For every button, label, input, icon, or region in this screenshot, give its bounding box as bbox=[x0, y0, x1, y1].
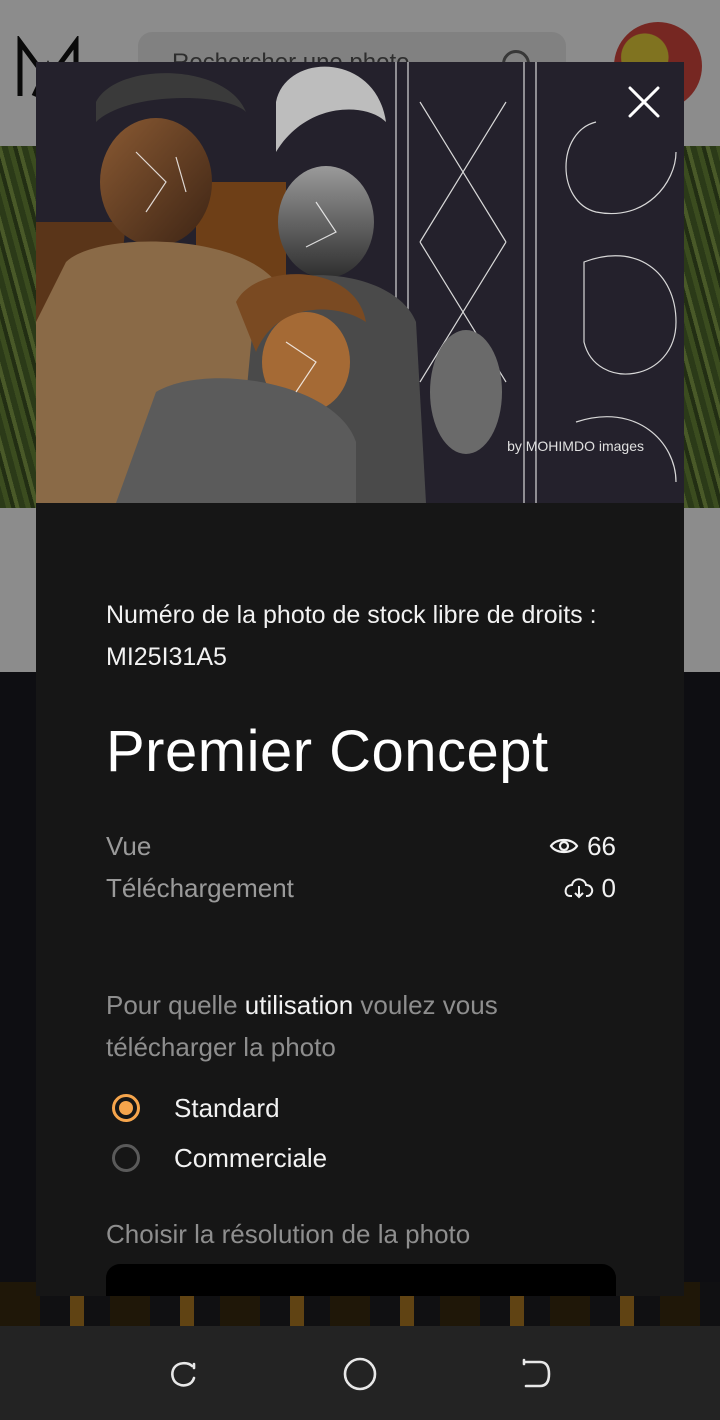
cloud-download-icon bbox=[564, 878, 593, 899]
radio-standard[interactable] bbox=[112, 1094, 140, 1122]
back-icon[interactable] bbox=[516, 1354, 556, 1394]
downloads-label: Téléchargement bbox=[106, 873, 294, 903]
downloads-value-group: 0 bbox=[564, 868, 616, 908]
recent-apps-icon[interactable] bbox=[164, 1354, 204, 1394]
radio-commerciale[interactable] bbox=[112, 1144, 140, 1172]
downloads-row: Téléchargement 0 bbox=[106, 868, 616, 908]
usage-option-commerciale[interactable]: Commerciale bbox=[112, 1138, 512, 1178]
close-icon[interactable] bbox=[622, 80, 666, 124]
usage-option-label: Standard bbox=[174, 1092, 280, 1123]
usage-option-label: Commerciale bbox=[174, 1142, 328, 1173]
system-navigation-bar bbox=[0, 1326, 720, 1420]
usage-option-standard[interactable]: Standard bbox=[112, 1088, 512, 1128]
photo-artwork bbox=[36, 62, 684, 503]
usage-question-highlight: utilisation bbox=[244, 990, 354, 1020]
photo-watermark: by MOHIMDO images bbox=[507, 438, 644, 454]
downloads-count: 0 bbox=[601, 873, 616, 903]
home-icon[interactable] bbox=[340, 1354, 380, 1394]
photo-number: Numéro de la photo de stock libre de dro… bbox=[106, 601, 597, 671]
views-value-group: 66 bbox=[549, 826, 616, 866]
usage-question: Pour quelle utilisation voulez vous télé… bbox=[106, 984, 616, 1068]
resolution-label: Choisir la résolution de la photo bbox=[106, 1219, 471, 1249]
views-row: Vue 66 bbox=[106, 826, 616, 866]
views-count: 66 bbox=[587, 831, 616, 861]
resolution-select[interactable] bbox=[106, 1264, 616, 1296]
views-label: Vue bbox=[106, 831, 152, 861]
photo-title: Premier Concept bbox=[106, 719, 549, 784]
photo-detail-modal: by MOHIMDO images Numéro de la photo de … bbox=[36, 62, 684, 1296]
eye-icon bbox=[549, 838, 579, 854]
stock-photo-preview: by MOHIMDO images bbox=[36, 62, 684, 503]
usage-question-part1: Pour quelle bbox=[106, 990, 245, 1020]
